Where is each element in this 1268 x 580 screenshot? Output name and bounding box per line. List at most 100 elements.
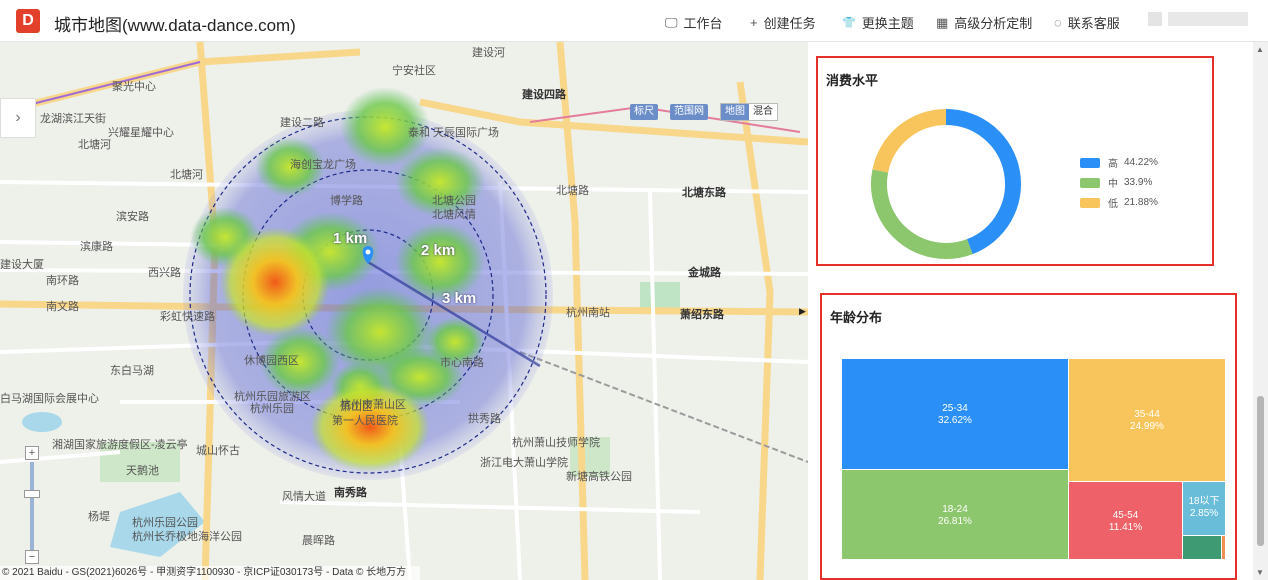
scroll-thumb[interactable]	[1257, 396, 1264, 546]
range-button[interactable]: 范围网	[670, 104, 708, 120]
treemap-cell-small-green[interactable]	[1183, 536, 1221, 559]
poi-label: 泰和 天辰国际广场	[408, 127, 500, 139]
user-name-redacted[interactable]	[1168, 12, 1248, 26]
road-label: 南秀路	[334, 487, 367, 499]
poi-label: 海创宝龙广场	[290, 159, 356, 171]
legend-label: 中	[1108, 179, 1118, 190]
poi-label: 滨康路	[80, 241, 113, 253]
legend-item-low[interactable]: 低 21.88%	[1080, 195, 1158, 210]
nav-label: 更换主题	[861, 16, 914, 31]
cell-label: 45-54	[1112, 510, 1139, 521]
consumption-card: 消费水平 高 44.22% 中 33.9% 低 21.88%	[816, 56, 1214, 266]
zoom-slider[interactable]	[24, 490, 40, 498]
poi-label: 晨晖路	[302, 535, 335, 547]
poi-label: 龙湖滨江天街	[40, 113, 106, 125]
scroll-down-icon[interactable]: ▼	[1256, 568, 1264, 577]
poi-label: 建设大厦	[0, 259, 44, 271]
poi-label: 湘湖国家旅游度假区-凌云亭	[52, 439, 188, 451]
app-logo[interactable]: D	[16, 9, 40, 33]
poi-label: 北塘河	[78, 139, 111, 151]
zoom-track[interactable]	[30, 462, 34, 550]
scroll-up-icon[interactable]: ▲	[1256, 45, 1264, 54]
poi-label: 第一人民医院	[332, 415, 398, 427]
treemap-cell-35-44[interactable]: 35-44 24.99%	[1069, 359, 1225, 481]
nav-create-task[interactable]: + 创建任务	[750, 13, 816, 32]
headset-icon: ◌	[1054, 15, 1062, 30]
nav-advanced-analysis[interactable]: ▦ 高级分析定制	[936, 13, 1032, 32]
calendar-icon: ▦	[936, 14, 949, 30]
poi-label: 白马湖国际会展中心	[0, 393, 99, 405]
treemap-cell-45-54[interactable]: 45-54 11.41%	[1069, 482, 1182, 559]
poi-label: 博学路	[330, 195, 363, 207]
cell-value: 2.85%	[1189, 508, 1219, 519]
legend-item-medium[interactable]: 中 33.9%	[1080, 175, 1152, 190]
age-card: 年龄分布 25-34 32.62% 35-44 24.99% 18-24 26.…	[820, 293, 1237, 580]
road-label: 萧绍东路	[680, 309, 724, 321]
map-type-hybrid[interactable]: 混合	[749, 104, 777, 120]
nav-label: 工作台	[683, 16, 723, 31]
avatar[interactable]	[1148, 12, 1162, 26]
poi-label: 杭州南站	[566, 307, 610, 319]
page-scrollbar[interactable]: ▲ ▼	[1253, 42, 1268, 580]
zoom-out-button[interactable]: −	[25, 550, 39, 564]
collapse-arrow-icon[interactable]: ▶	[799, 306, 806, 317]
poi-label: 休博园西区	[244, 355, 299, 367]
poi-label: 拱秀路	[468, 413, 501, 425]
plus-icon: +	[750, 15, 758, 30]
donut-slice-低[interactable]	[872, 109, 947, 173]
road-label: 金城路	[688, 267, 721, 279]
cell-label: 25-34	[942, 403, 968, 414]
poi-label: 城山怀古	[196, 445, 240, 457]
monitor-icon: 🖵	[665, 14, 678, 30]
consumption-donut-chart	[871, 109, 1021, 259]
age-title: 年龄分布	[830, 310, 883, 325]
poi-label: 建设河	[472, 47, 505, 59]
age-treemap: 25-34 32.62% 35-44 24.99% 18-24 26.81% 4…	[842, 359, 1225, 559]
treemap-cell-25-34[interactable]: 25-34 32.62%	[842, 359, 1068, 469]
road-label: 北塘东路	[682, 187, 726, 199]
legend-swatch	[1080, 177, 1100, 188]
poi-label: 天鹅池	[126, 465, 159, 477]
poi-label: 彩虹快速路	[160, 311, 215, 323]
nav-label: 联系客服	[1067, 16, 1120, 31]
map-type-map[interactable]: 地图	[721, 104, 749, 120]
nav-change-theme[interactable]: 👕 更换主题	[842, 13, 914, 32]
map-type-toggle: 地图 混合	[720, 103, 778, 121]
poi-label: 南文路	[46, 301, 79, 313]
treemap-cell-small-orange[interactable]	[1222, 536, 1225, 559]
poi-label: 南环路	[46, 275, 79, 287]
road-label: 建设四路	[522, 89, 566, 101]
poi-label: 新塘高铁公园	[566, 471, 632, 483]
donut-slice-高[interactable]	[945, 109, 1021, 255]
treemap-cell-18-24[interactable]: 18-24 26.81%	[842, 470, 1068, 559]
consumption-title: 消费水平	[826, 73, 879, 88]
city-map[interactable]: 宁安社区 建设河 建设四路 聚光中心 龙湖滨江天街 兴耀星耀中心 北塘河 建设二…	[0, 42, 808, 580]
ring-label-3km: 3 km	[442, 290, 477, 307]
treemap-cell-under-18[interactable]: 18以下 2.85%	[1183, 482, 1225, 535]
poi-label: 杭州萧山技师学院	[512, 437, 600, 449]
zoom-in-button[interactable]: +	[25, 446, 39, 460]
nav-label: 高级分析定制	[954, 16, 1033, 31]
map-copyright: © 2021 Baidu - GS(2021)6026号 - 甲测资字11009…	[0, 566, 420, 580]
cell-value: 24.99%	[1130, 421, 1164, 432]
expand-panel-button[interactable]: ›	[0, 98, 36, 138]
legend-swatch	[1080, 157, 1100, 168]
poi-label: 杭州乐园	[250, 403, 294, 415]
legend-item-high[interactable]: 高 44.22%	[1080, 155, 1158, 170]
poi-label: 市心南路	[440, 357, 484, 369]
cell-value: 11.41%	[1108, 522, 1143, 533]
poi-label: 兴耀星耀中心	[108, 127, 174, 139]
poi-label: 浙江电大萧山学院	[480, 457, 568, 469]
poi-label: 东白马湖	[110, 365, 154, 377]
poi-label: 风情大道	[282, 491, 326, 503]
poi-label: 宁安社区	[392, 65, 436, 77]
ring-label-1km: 1 km	[333, 230, 368, 247]
nav-contact-support[interactable]: ◌ 联系客服	[1054, 13, 1120, 32]
ruler-button[interactable]: 标尺	[630, 104, 658, 120]
donut-slice-中[interactable]	[871, 169, 973, 259]
poi-label: 北塘路	[556, 185, 589, 197]
nav-workbench[interactable]: 🖵 工作台	[665, 13, 723, 32]
legend-value: 44.22%	[1124, 157, 1158, 168]
ring-label-2km: 2 km	[421, 242, 456, 259]
cell-label: 35-44	[1134, 409, 1160, 420]
